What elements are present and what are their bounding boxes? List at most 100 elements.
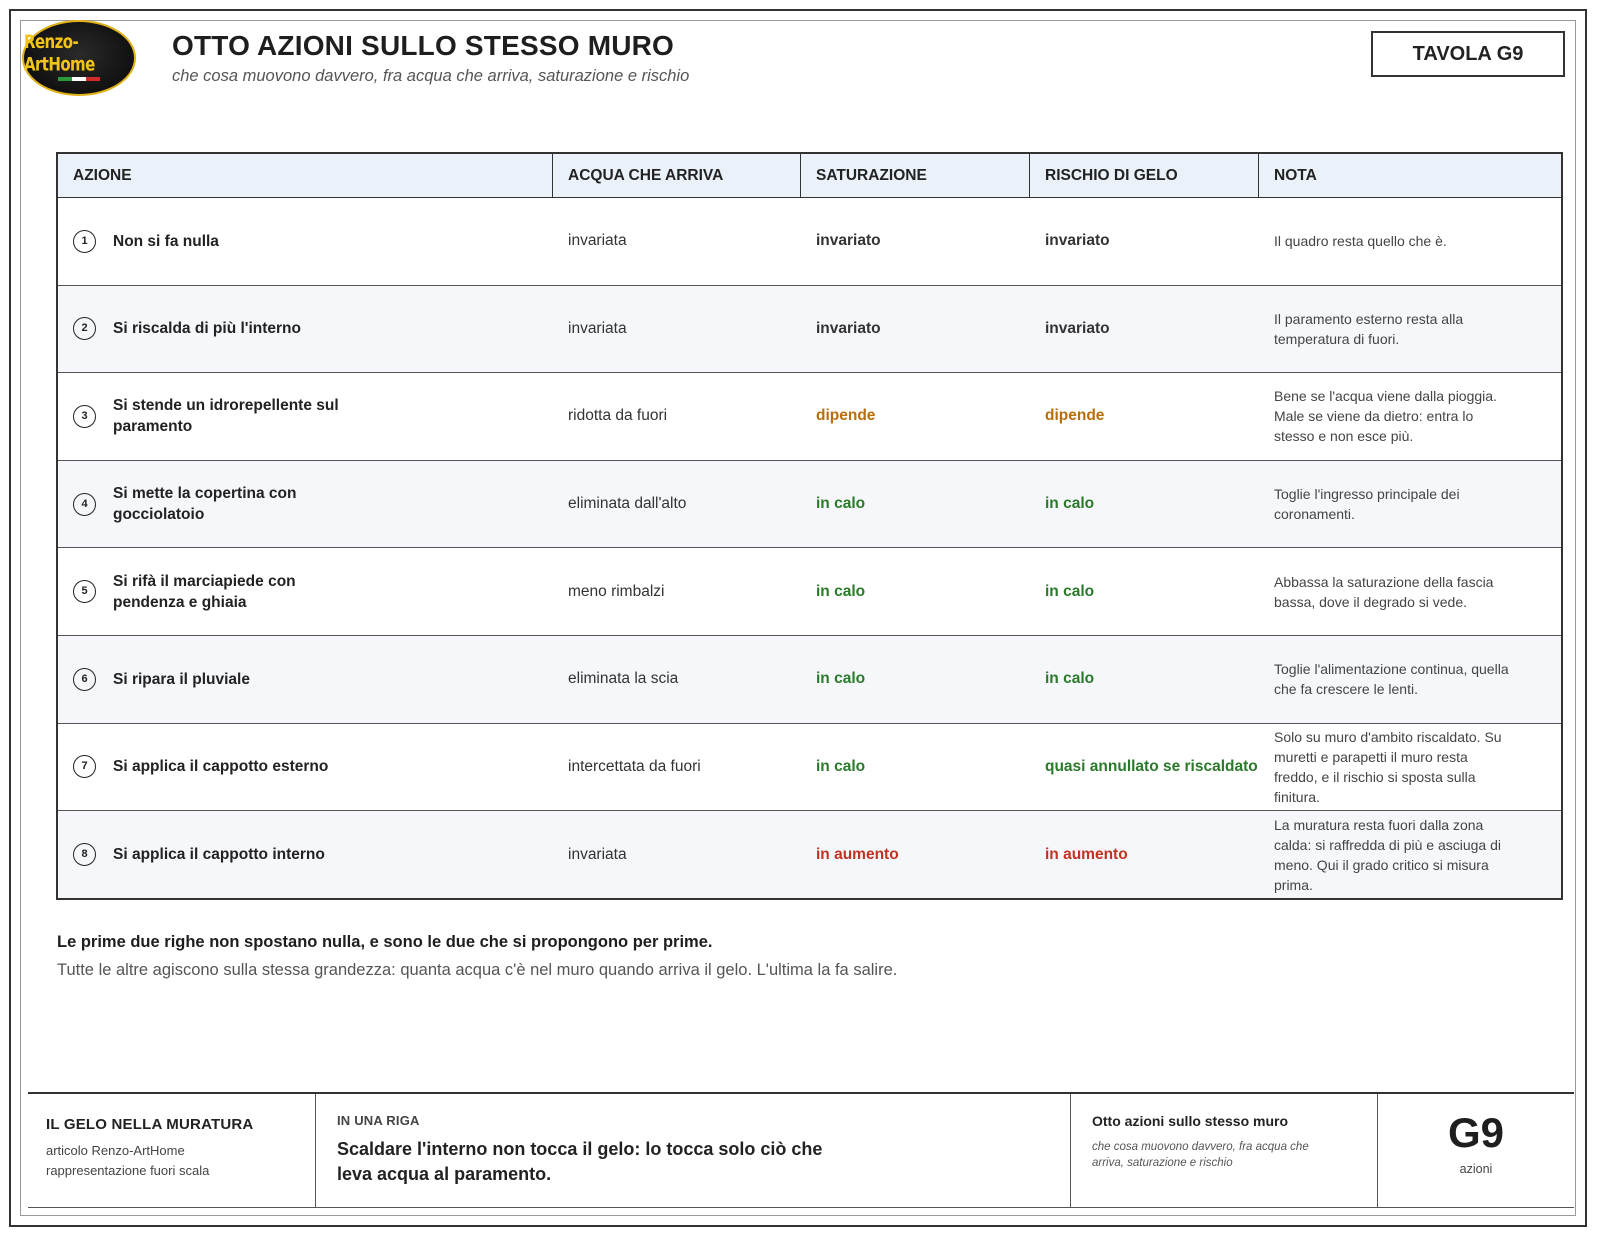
table-row: 2 Si riscalda di più l'interno invariata in… [58,285,1561,374]
footer-kicker: IN UNA RIGA [337,1113,420,1128]
row-number: 8 [73,843,96,867]
footer-sheet-title: Otto azioni sullo stesso muro [1092,1113,1289,1129]
cell-azione: 1 Non si fa nulla [58,198,553,285]
row-number: 5 [73,580,96,604]
cell-rischio-gelo: dipende [1045,407,1105,425]
cell-acqua: invariata [568,319,627,337]
cell-saturazione: in calo [816,670,866,688]
cell-rischio-gelo: in calo [1045,495,1095,513]
cell-nota: Abbassa la saturazione della fascia bass… [1259,548,1561,635]
cell-nota: Toglie l'alimentazione continua, quella … [1259,636,1561,723]
cell-rischio-gelo: in calo [1045,670,1095,688]
table-row: 4 Si mette la copertina con gocciolatoio e… [58,460,1561,549]
table-body: 1 Non si fa nulla invariata invariato invari… [58,198,1561,898]
action-label: Si stende un idrorepellente sul parament… [113,397,339,436]
table-row: 1 Non si fa nulla invariata invariato invari… [58,198,1561,286]
row-number: 4 [73,492,96,516]
flag-green [58,77,72,81]
footer-series-title: IL GELO NELLA MURATURA [46,1116,254,1133]
cell-azione: 8 Si applica il cappotto interno [58,811,553,898]
cell-acqua: eliminata la scia [568,670,679,688]
action-label: Si ripara il pluviale [113,670,250,688]
note-text: Solo su muro d'ambito riscaldato. Su mur… [1274,728,1502,805]
action-label: Si rifà il marciapiede con pendenza e gh… [113,572,296,611]
cell-saturazione: invariato [816,319,881,337]
table-row: 8 Si applica il cappotto interno invariata… [58,811,1561,898]
cell-azione: 3 Si stende un idrorepellente sul paramen… [58,373,553,460]
footer-series: IL GELO NELLA MURATURA articolo Renzo-Ar… [28,1094,316,1207]
cell-acqua: invariata [568,845,627,863]
cell-nota: Toglie l'ingresso principale dei coronam… [1259,461,1561,548]
brand-logo: Renzo-ArtHome [22,20,136,96]
table-row: 5 Si rifà il marciapiede con pendenza e g… [58,548,1561,636]
cell-nota: Il quadro resta quello che è. [1259,198,1561,285]
row-number: 3 [73,404,96,428]
summary-headline: Le prime due righe non spostano nulla, e… [57,933,713,951]
flag-white [72,77,86,81]
flag-red [86,77,100,81]
footer-code-label: azioni [1459,1162,1493,1176]
cell-acqua: invariata [568,232,627,250]
cell-acqua: intercettata da fuori [568,757,701,775]
note-text: La muratura resta fuori dalla zona calda… [1274,816,1501,893]
note-text: Toglie l'alimentazione continua, quella … [1274,661,1509,698]
col-header-azione: AZIONE [58,154,553,197]
cell-rischio-gelo: in calo [1045,582,1095,600]
logo-text: Renzo-ArtHome [24,30,95,76]
note-text: Il quadro resta quello che è. [1274,233,1447,250]
note-text: Abbassa la saturazione della fascia bass… [1274,573,1494,610]
col-header-acqua: ACQUA CHE ARRIVA [553,154,801,197]
table-row: 6 Si ripara il pluviale eliminata la scia i… [58,635,1561,724]
cell-nota: Il paramento esterno resta alla temperat… [1259,286,1561,373]
actions-table: AZIONE ACQUA CHE ARRIVA SATURAZIONE RISC… [56,152,1563,900]
page-subtitle: che cosa muovono davvero, fra acqua che … [172,67,690,85]
cell-azione: 7 Si applica il cappotto esterno [58,724,553,811]
cell-saturazione: invariato [816,232,881,250]
table-header: AZIONE ACQUA CHE ARRIVA SATURAZIONE RISC… [58,154,1561,198]
table-row: 3 Si stende un idrorepellente sul paramen… [58,373,1561,461]
cell-azione: 4 Si mette la copertina con gocciolatoio [58,461,553,548]
cell-nota: Bene se l'acqua viene dalla pioggia. Mal… [1259,373,1561,460]
note-text: Toglie l'ingresso principale dei coronam… [1274,486,1460,523]
cell-azione: 5 Si rifà il marciapiede con pendenza e g… [58,548,553,635]
cell-nota: Solo su muro d'ambito riscaldato. Su mur… [1259,724,1561,811]
logo-flag [58,77,100,81]
footer: IL GELO NELLA MURATURA articolo Renzo-Ar… [28,1092,1574,1208]
cell-rischio-gelo: in aumento [1045,845,1128,863]
footer-one-line: IN UNA RIGA Scaldare l'interno non tocca… [316,1094,1071,1207]
footer-series-line: articolo Renzo-ArtHome [46,1143,185,1158]
row-number: 7 [73,755,96,779]
footer-code-value: G9 [1447,1109,1505,1156]
action-label: Si applica il cappotto esterno [113,758,329,776]
summary-text: Tutte le altre agiscono sulla stessa gra… [57,961,898,979]
col-header-saturazione: SATURAZIONE [801,154,1030,197]
cell-rischio-gelo: invariato [1045,319,1110,337]
cell-saturazione: dipende [816,407,876,425]
action-label: Si mette la copertina con gocciolatoio [113,485,297,524]
action-label: Si riscalda di più l'interno [113,320,301,338]
cell-saturazione: in calo [816,757,866,775]
cell-saturazione: in calo [816,582,866,600]
cell-rischio-gelo: invariato [1045,232,1110,250]
row-number: 1 [73,229,96,253]
col-header-nota: NOTA [1274,166,1317,184]
footer-code: G9 azioni [1378,1094,1574,1207]
cell-acqua: eliminata dall'alto [568,495,687,513]
note-text: Bene se l'acqua viene dalla pioggia. Mal… [1274,388,1497,445]
table-row: 7 Si applica il cappotto esterno intercett… [58,724,1561,812]
cell-saturazione: in aumento [816,845,899,863]
row-number: 2 [73,317,96,341]
page-title: OTTO AZIONI SULLO STESSO MURO [172,30,675,61]
action-label: Non si fa nulla [113,232,219,250]
col-header-gelo: RISCHIO DI GELO [1030,154,1259,197]
cell-saturazione: in calo [816,495,866,513]
tavola-badge: TAVOLA G9 [1371,31,1565,77]
footer-series-line: rappresentazione fuori scala [46,1163,210,1178]
cell-acqua: ridotta da fuori [568,407,668,425]
cell-rischio-gelo: quasi annullato se riscaldato [1045,757,1258,775]
footer-one-line-text: Scaldare l'interno non tocca il gelo: lo… [337,1139,823,1184]
action-label: Si applica il cappotto interno [113,846,325,864]
cell-acqua: meno rimbalzi [568,582,665,600]
cell-azione: 2 Si riscalda di più l'interno [58,286,553,373]
cell-nota: La muratura resta fuori dalla zona calda… [1259,811,1561,898]
